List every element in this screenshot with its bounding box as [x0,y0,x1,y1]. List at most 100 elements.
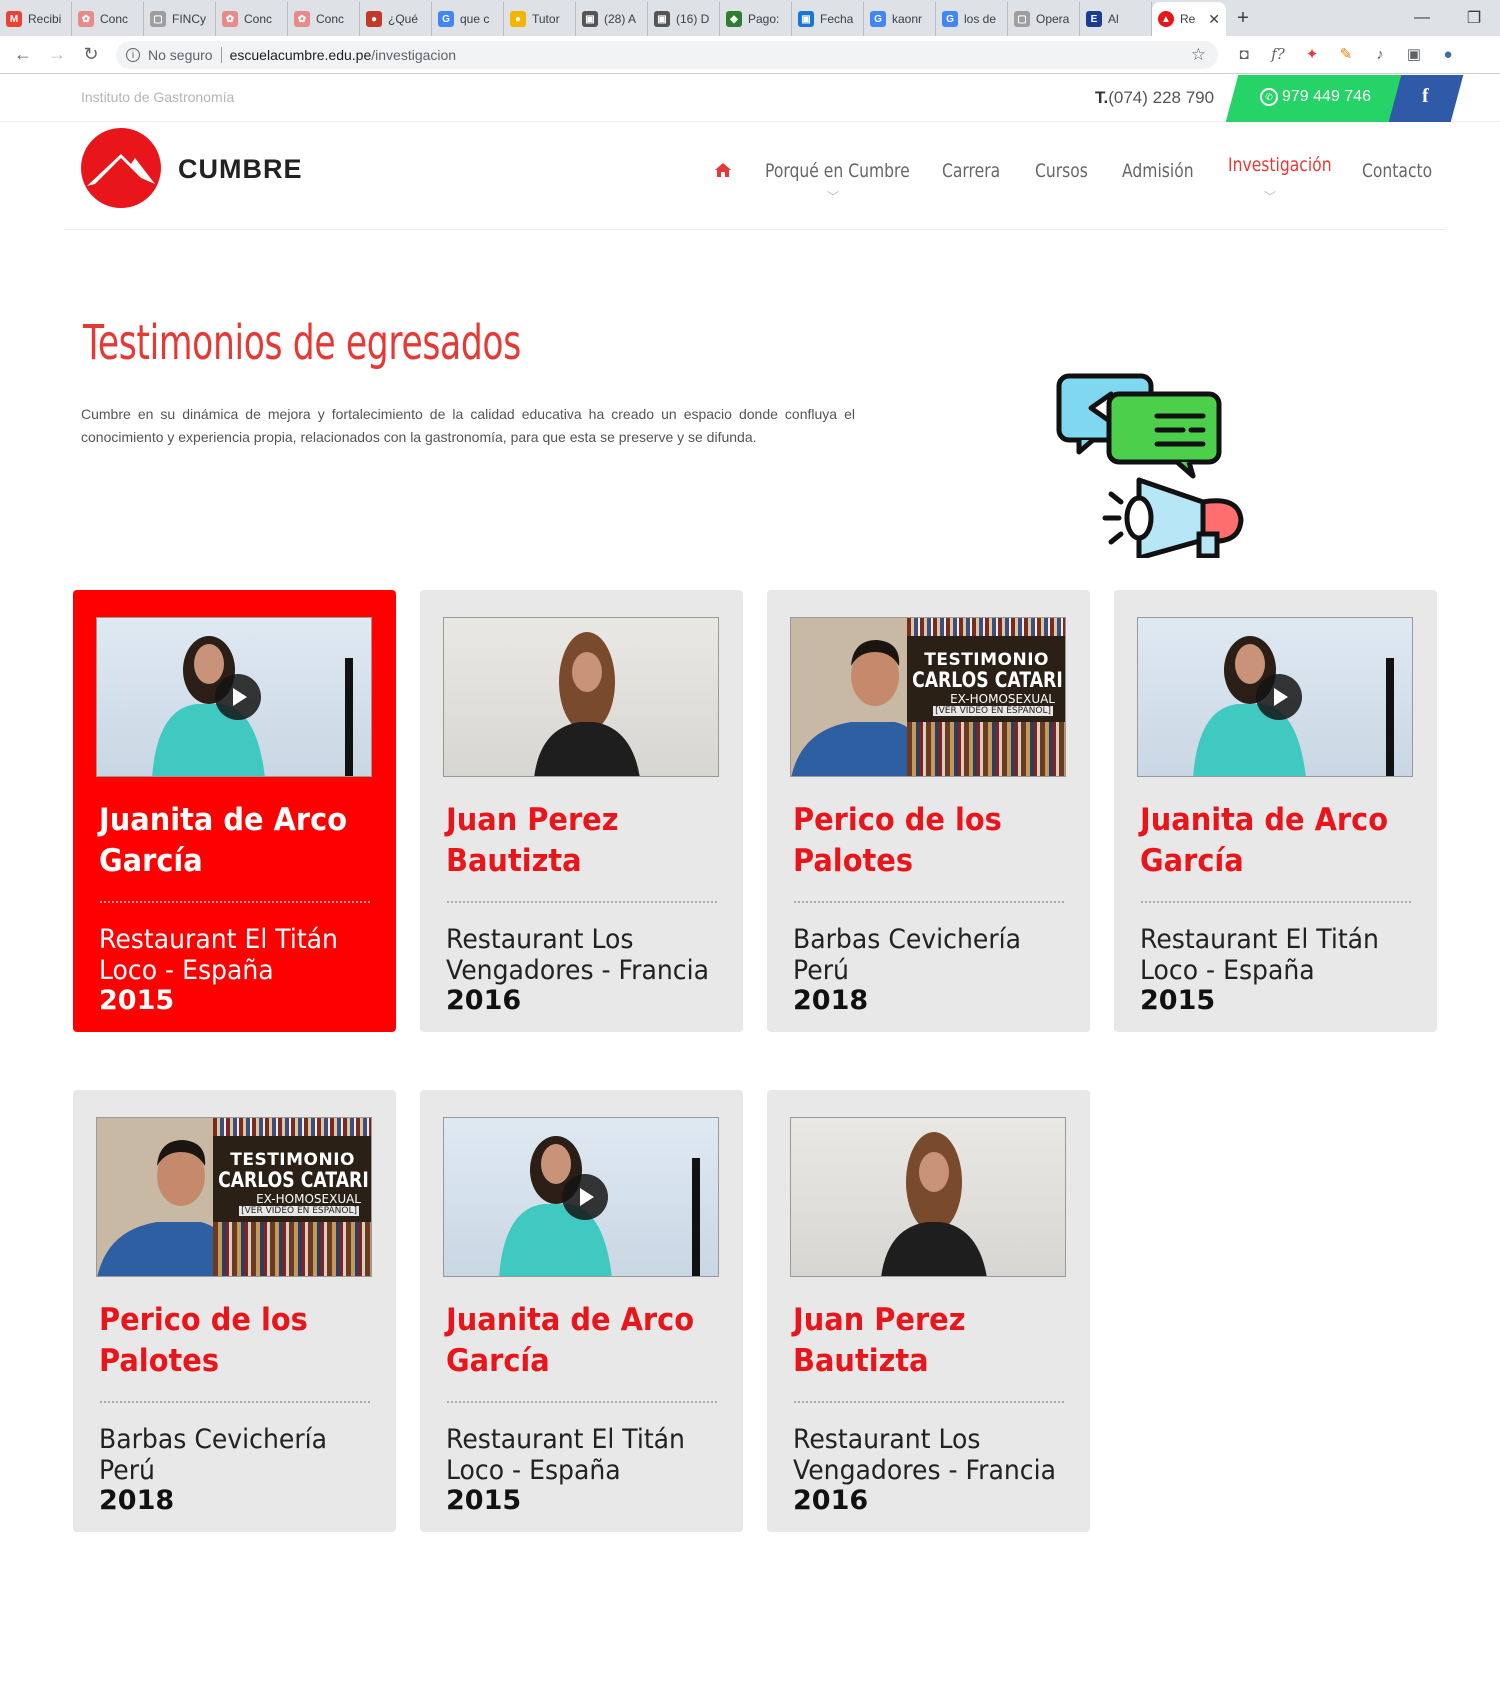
browser-tab[interactable]: ● ¿Qué [360,2,432,36]
tab-favicon-icon: ▣ [798,11,814,27]
graduation-year: 2015 [1140,985,1216,1016]
browser-tab[interactable]: E Al [1080,2,1152,36]
testimonial-card[interactable]: Juanita de Arco García Restaurant El Titá… [420,1090,743,1532]
browser-tab[interactable]: ✿ Conc [288,2,360,36]
whatsapp-icon: ✆ [1260,88,1278,106]
browser-tab[interactable]: ▣ (28) A [576,2,648,36]
overlay-line: TESTIMONIO [924,650,1049,670]
testimonial-card[interactable]: TESTIMONIO CARLOS CATARI EX-HOMOSEXUAL [VER… [73,1090,396,1532]
chevron-down-icon[interactable]: ﹀ [827,188,839,205]
browser-tab[interactable]: ✿ Conc [216,2,288,36]
tab-favicon-icon: E [1086,11,1102,27]
cumbre-logo-icon[interactable] [81,128,161,208]
video-thumbnail[interactable] [1137,617,1413,777]
whatsapp-link[interactable]: ✆ 979 449 746 [1260,88,1371,106]
browser-tab[interactable]: Gque c [432,2,504,36]
home-icon[interactable] [714,162,732,178]
browser-tab-label: Conc [244,12,273,26]
megaphone-chat-illustration-icon [1056,373,1244,558]
person-silhouette [881,1132,987,1276]
testimonial-card[interactable]: Juan Perez Bautizta Restaurant Los Vengad… [420,590,743,1032]
testimonial-card[interactable]: Juanita de Arco García Restaurant El Titá… [1114,590,1437,1032]
formula-extension-icon[interactable]: f? [1268,44,1288,64]
play-icon[interactable] [215,674,261,720]
video-thumbnail[interactable]: TESTIMONIO CARLOS CATARI EX-HOMOSEXUAL [VER… [96,1117,372,1277]
browser-tab[interactable]: ◆ Pago: [720,2,792,36]
testimonial-card[interactable]: TESTIMONIO CARLOS CATARI EX-HOMOSEXUAL [VER… [767,590,1090,1032]
graduate-name[interactable]: Juan Perez Bautizta [793,1300,1053,1382]
browser-tab-strip: M Recibi ✿ Conc ▢ FINCy ✿ Conc ✿ Conc ● ¿Qué Gque c ●… [0,0,1500,36]
graduate-name[interactable]: Juanita de Arco García [446,1300,706,1382]
nav-admision[interactable]: Admisión [1122,160,1194,182]
testimonial-card[interactable]: Juan Perez Bautizta Restaurant Los Vengad… [767,1090,1090,1532]
tab-favicon-icon: ● [366,11,382,27]
facebook-icon[interactable]: f [1422,85,1429,108]
graduate-name[interactable]: Juanita de Arco García [1140,800,1400,882]
video-thumbnail[interactable] [443,1117,719,1277]
graduate-name[interactable]: Perico de los Palotes [99,1300,359,1382]
overlay-line: CARLOS CATARI [912,668,1063,692]
paint-extension-icon[interactable]: ✎ [1336,44,1356,64]
graduate-workplace: Restaurant Los Vengadores - Francia [446,924,709,986]
browser-tab[interactable]: M Recibi [0,2,72,36]
page-description: Cumbre en su dinámica de mejora y fortal… [81,406,855,445]
browser-tab[interactable]: ▢ Opera [1008,2,1080,36]
url-host: escuelacumbre.edu.pe [229,47,372,63]
minimize-button[interactable]: — [1396,0,1448,36]
nav-investigacion[interactable]: Investigación [1228,154,1332,176]
bookmark-star-icon[interactable]: ☆ [1191,45,1206,65]
code-extension-icon[interactable]: ▣ [1404,44,1424,64]
browser-tab[interactable]: ● Tutor [504,2,576,36]
browser-tab[interactable]: ▣ Fecha [792,2,864,36]
browser-tab-label: (16) D [676,12,710,26]
new-tab-button[interactable]: + [1226,7,1260,30]
video-thumbnail[interactable] [96,617,372,777]
overlay-line: CARLOS CATARI [218,1168,369,1192]
nav-porque-en-cumbre[interactable]: Porqué en Cumbre [765,160,910,182]
sound-extension-icon[interactable]: ♪ [1370,44,1390,64]
video-thumbnail[interactable]: TESTIMONIO CARLOS CATARI EX-HOMOSEXUAL [VER… [790,617,1066,777]
chevron-down-icon[interactable]: ﹀ [1264,188,1276,205]
graduate-name[interactable]: Perico de los Palotes [793,800,1053,882]
nav-carrera[interactable]: Carrera [942,160,1000,182]
graduate-name[interactable]: Juanita de Arco García [99,800,359,882]
play-icon[interactable] [562,1174,608,1220]
browser-tab[interactable]: Gkaonr [864,2,936,36]
video-thumbnail[interactable] [443,617,719,777]
omnibox-divider [220,47,222,63]
dotted-divider [100,901,370,903]
tab-favicon-icon: ▢ [150,11,166,27]
testimonial-card[interactable]: Juanita de Arco García Restaurant El Titá… [73,590,396,1032]
reload-icon[interactable]: ↻ [74,44,108,65]
browser-tab-label: Recibi [28,12,62,26]
browser-tab-label: los de [964,12,997,26]
browser-tab[interactable]: ▢ FINCy [144,2,216,36]
url-path: /investigacion [371,47,457,63]
video-thumbnail[interactable] [790,1117,1066,1277]
adblock-extension-icon[interactable]: ✦ [1302,44,1322,64]
forward-arrow-icon[interactable]: → [40,44,74,65]
play-icon[interactable] [1256,674,1302,720]
site-tagline: Instituto de Gastronomía [81,89,235,105]
profile-avatar-icon[interactable]: ● [1438,44,1458,64]
nav-contacto[interactable]: Contacto [1362,160,1432,182]
extension-icons: ◘ f? ✦ ✎ ♪ ▣ ● [1234,44,1458,64]
info-icon[interactable]: i [126,48,140,62]
close-tab-icon[interactable]: ✕ [1208,11,1220,28]
back-arrow-icon[interactable]: ← [6,44,40,65]
browser-tab[interactable]: ▣ (16) D [648,2,720,36]
hero-section: Testimonios de egresados Cumbre en su di… [0,230,1500,558]
camera-extension-icon[interactable]: ◘ [1234,44,1254,64]
dotted-divider [794,1401,1064,1403]
cumbre-favicon-icon: ▲ [1158,11,1174,27]
nav-cursos[interactable]: Cursos [1035,160,1088,182]
address-bar[interactable]: i No seguro escuelacumbre.edu.pe/investi… [116,41,1218,69]
security-status[interactable]: No seguro [148,47,213,63]
graduate-workplace: Restaurant El Titán Loco - España [1140,924,1379,986]
restore-button[interactable]: ❐ [1448,0,1500,36]
graduate-name[interactable]: Juan Perez Bautizta [446,800,706,882]
browser-tab[interactable]: Glos de [936,2,1008,36]
brand-name[interactable]: CUMBRE [178,154,303,185]
active-tab[interactable]: ▲ Re ✕ [1152,2,1226,36]
browser-tab[interactable]: ✿ Conc [72,2,144,36]
